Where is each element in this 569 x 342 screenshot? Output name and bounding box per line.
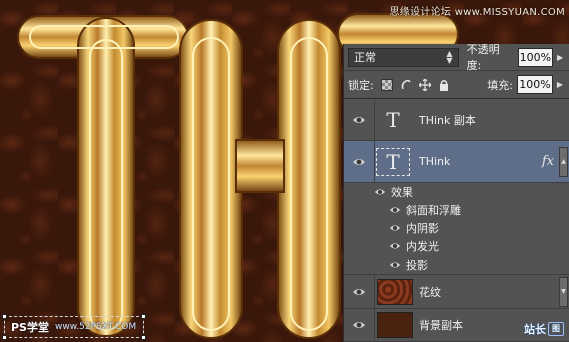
updown-arrows-icon: ▲ ▼ [446,49,453,65]
opacity-label: 不透明度: [466,43,500,72]
lock-image-pixels-icon[interactable] [400,79,412,91]
transform-handle[interactable] [141,314,146,319]
effect-drop-shadow[interactable]: 投影 [344,255,569,275]
watermark-badge: 图 [548,322,564,336]
layer-thumbnail [377,278,413,305]
blend-opacity-row: 正常 ▲ ▼ 不透明度: 100% ▶ [344,43,569,72]
watermark-ps-text: PS学堂 [11,321,49,334]
effects-header[interactable]: 效果 [344,183,569,201]
eye-icon[interactable] [352,285,366,299]
watermark-url: www.52PSXT.COM [54,322,137,332]
layer-name[interactable]: 花纹 [419,284,441,300]
divider [374,100,375,140]
fx-icon[interactable]: fx [542,154,554,169]
blend-mode-select[interactable]: 正常 ▲ ▼ [348,47,459,67]
eye-icon[interactable] [374,186,386,198]
effect-name: 投影 [406,258,428,272]
lock-position-icon[interactable] [418,78,432,91]
layers-panel: 正常 ▲ ▼ 不透明度: 100% ▶ 锁定: 填充: 100% ▶ T THin… [343,43,569,342]
opacity-dropdown-icon[interactable]: ▶ [555,53,565,62]
layer-background-copy[interactable]: 背景副本 站长 图 [344,309,569,342]
effect-bevel-emboss[interactable]: 斜面和浮雕 [344,201,569,219]
divider [374,275,375,308]
layer-think[interactable]: T THink fx ▲ [344,141,569,183]
watermark-ps-selection: PS学堂 www.52PSXT.COM [2,314,146,340]
layer-name[interactable]: 背景副本 [419,317,463,333]
layer-pattern[interactable]: 花纹 ▼ [344,275,569,309]
transform-handle[interactable] [2,314,7,319]
scroll-arrow-icon[interactable]: ▼ [559,277,568,307]
lock-all-icon[interactable] [438,79,450,91]
eye-icon[interactable] [352,155,366,169]
text-layer-icon: T [386,108,400,132]
fill-label: 填充: [487,78,513,92]
lock-fill-row: 锁定: 填充: 100% ▶ [344,71,569,99]
letter-h [179,19,341,339]
text-layer-icon: T [376,147,410,176]
eye-icon[interactable] [389,259,401,271]
eye-icon[interactable] [389,240,401,252]
transform-handle[interactable] [141,335,146,340]
watermark-top: 思缘设计论坛 www.MISSYUAN.COM [389,7,565,18]
scroll-arrow-icon[interactable]: ▲ [559,147,568,177]
layer-think-copy[interactable]: T THink 副本 [344,100,569,141]
blend-mode-value: 正常 [354,51,376,64]
layer-name[interactable]: THink 副本 [419,112,476,128]
eye-icon[interactable] [352,113,366,127]
lock-label: 锁定: [348,78,374,92]
effects-label: 效果 [391,186,413,199]
eye-icon[interactable] [352,318,366,332]
eye-icon[interactable] [389,222,401,234]
divider [374,141,375,182]
effect-name: 斜面和浮雕 [406,204,461,217]
fill-dropdown-icon[interactable]: ▶ [555,80,565,89]
eye-icon[interactable] [389,204,401,216]
fill-input[interactable]: 100% [517,75,553,94]
layer-thumbnail [377,312,413,338]
watermark-site-logo: 站长 图 [524,321,564,337]
effect-inner-glow[interactable]: 内发光 [344,237,569,255]
transform-handle[interactable] [2,335,7,340]
effect-inner-shadow[interactable]: 内阴影 [344,219,569,237]
watermark-text: 站长 [524,323,546,336]
opacity-input[interactable]: 100% [517,47,554,67]
effect-name: 内发光 [406,240,439,253]
lock-transparent-pixels-icon[interactable] [380,78,393,91]
layer-name[interactable]: THink [419,155,450,168]
effect-name: 内阴影 [406,222,439,235]
divider [374,309,375,341]
letter-t [17,15,189,337]
